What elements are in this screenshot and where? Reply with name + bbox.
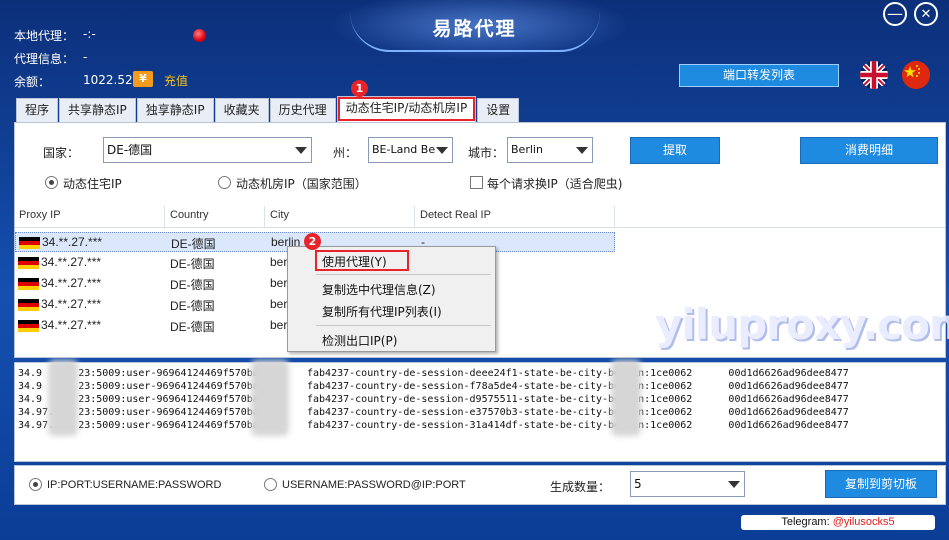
column-proxy-ip[interactable]: Proxy IP (19, 209, 61, 221)
output-line: 34.9 23:5009:user-96964124469f570bac6 fa… (18, 381, 849, 392)
proxy-ip-cell: 34.**.27.*** (41, 255, 102, 269)
tab-favorites[interactable]: 收藏夹 (214, 98, 269, 122)
column-city[interactable]: City (270, 209, 289, 221)
germany-flag-icon (18, 320, 39, 332)
country-cell: DE-德国 (170, 257, 215, 271)
menu-item-copy-all[interactable]: 复制所有代理IP列表(I) (322, 303, 442, 320)
menu-item-check-exit-ip[interactable]: 检测出口IP(P) (322, 332, 397, 349)
close-icon: ✕ (920, 6, 932, 22)
telegram-label: Telegram: (781, 516, 833, 528)
datacenter-ip-radio[interactable] (218, 176, 231, 189)
proxy-ip-cell: 34.**.27.*** (41, 297, 102, 311)
city-select[interactable]: Berlin (507, 137, 593, 163)
main-tabs: 程序 共享静态IP 独享静态IP 收藏夹 历史代理 动态住宅IP/动态机房IP … (16, 96, 520, 122)
state-label: 州： (333, 146, 358, 160)
rotate-ip-checkbox[interactable] (470, 176, 483, 189)
tab-history-proxy[interactable]: 历史代理 (269, 98, 336, 122)
format-user-pass-at-ip-port-radio[interactable] (264, 478, 277, 491)
country-value: DE-德国 (107, 143, 153, 157)
proxy-ip-cell: 34.**.27.*** (41, 276, 102, 290)
local-proxy-label: 本地代理： (14, 29, 75, 43)
proxy-info-label: 代理信息： (14, 52, 75, 66)
generate-count-value: 5 (634, 477, 642, 491)
country-cell: DE-德国 (170, 278, 215, 292)
proxy-ip-cell: 34.**.27.*** (41, 318, 102, 332)
close-button[interactable]: ✕ (914, 2, 938, 26)
chevron-down-icon (728, 481, 740, 488)
city-label: 城市： (468, 146, 505, 160)
generate-count-select[interactable]: 5 (630, 471, 745, 497)
country-cell: DE-德国 (170, 320, 215, 334)
redaction-blur (251, 360, 289, 436)
city-value: Berlin (511, 143, 543, 156)
copy-to-clipboard-button[interactable]: 复制到剪切板 (825, 470, 937, 498)
proxy-table-header: Proxy IP Country City Detect Real IP (15, 206, 945, 228)
format-ip-port-user-pass-radio[interactable] (29, 478, 42, 491)
country-select[interactable]: DE-德国 (103, 137, 312, 163)
ticket-icon[interactable]: ¥ (133, 71, 153, 87)
menu-item-use-proxy[interactable]: 使用代理(Y) (322, 253, 387, 270)
chevron-down-icon (576, 147, 588, 154)
status-indicator-icon (193, 29, 206, 42)
step-badge-2: 2 (304, 233, 321, 250)
rotate-ip-label: 每个请求换IP（适合爬虫) (487, 177, 623, 191)
datacenter-ip-label: 动态机房IP（国家范围） (236, 177, 367, 191)
chevron-down-icon (295, 147, 307, 154)
tab-settings[interactable]: 设置 (477, 98, 520, 122)
germany-flag-icon (18, 257, 39, 269)
germany-flag-icon (18, 278, 39, 290)
minimize-icon: — (887, 4, 903, 23)
redaction-blur (48, 360, 78, 436)
balance-value: 1022.52 (83, 73, 133, 87)
state-select[interactable]: BE-Land Be (368, 137, 453, 163)
step-badge-1: 1 (351, 80, 368, 97)
format-option-1-label: IP:PORT:USERNAME:PASSWORD (47, 479, 222, 491)
port-forward-list-button[interactable]: 端口转发列表 (679, 64, 839, 87)
residential-ip-label: 动态住宅IP (63, 177, 122, 191)
proxy-info-value: - (83, 50, 88, 64)
country-cell: DE-德国 (170, 299, 215, 313)
residential-ip-radio[interactable] (45, 176, 58, 189)
country-label: 国家： (43, 146, 80, 160)
telegram-handle[interactable]: @yilusocks5 (833, 516, 895, 528)
generate-count-label: 生成数量： (550, 480, 611, 494)
column-country[interactable]: Country (170, 209, 209, 221)
minimize-button[interactable]: — (883, 2, 907, 26)
germany-flag-icon (18, 299, 39, 311)
menu-item-copy-selected[interactable]: 复制选中代理信息(Z) (322, 281, 436, 298)
tab-dynamic-residential-datacenter[interactable]: 动态住宅IP/动态机房IP (336, 96, 477, 122)
tab-shared-static-ip[interactable]: 共享静态IP (59, 98, 136, 122)
consumption-details-button[interactable]: 消费明细 (800, 137, 938, 164)
country-cell: DE-德国 (171, 237, 216, 251)
language-english-flag-icon[interactable] (860, 61, 888, 89)
tab-exclusive-static-ip[interactable]: 独享静态IP (136, 98, 214, 122)
chevron-down-icon (436, 147, 448, 154)
column-detect-real-ip[interactable]: Detect Real IP (420, 209, 491, 221)
output-line: 34.9 23:5009:user-96964124469f570bac6 fa… (18, 394, 849, 405)
proxy-output-textarea[interactable]: 34.9 23:5009:user-96964124469f570bac6 fa… (14, 362, 946, 462)
germany-flag-icon (19, 237, 40, 249)
output-line: 34.97. 23:5009:user-96964124469f570bac62… (18, 420, 849, 431)
format-option-2-label: USERNAME:PASSWORD@IP:PORT (282, 479, 466, 491)
state-value: BE-Land Be (372, 143, 436, 156)
local-proxy-value: -:- (83, 27, 96, 41)
telegram-contact[interactable]: Telegram: @yilusocks5 (741, 515, 935, 530)
app-title: 易路代理 (432, 18, 517, 40)
language-chinese-flag-icon[interactable] (902, 61, 930, 89)
output-line: 34.9 23:5009:user-96964124469f570bac6 fa… (18, 368, 849, 379)
recharge-link[interactable]: 充值 (164, 72, 188, 89)
extract-button[interactable]: 提取 (630, 137, 720, 164)
output-line: 34.97. 23:5009:user-96964124469f570bac6 … (18, 407, 849, 418)
watermark: yiluproxy.com (655, 300, 949, 349)
balance-label: 余额： (14, 75, 51, 89)
tab-program[interactable]: 程序 (16, 98, 59, 122)
context-menu: 使用代理(Y) 复制选中代理信息(Z) 复制所有代理IP列表(I) 检测出口IP… (287, 246, 496, 352)
proxy-ip-cell: 34.**.27.*** (42, 235, 103, 249)
redaction-blur (611, 360, 641, 436)
